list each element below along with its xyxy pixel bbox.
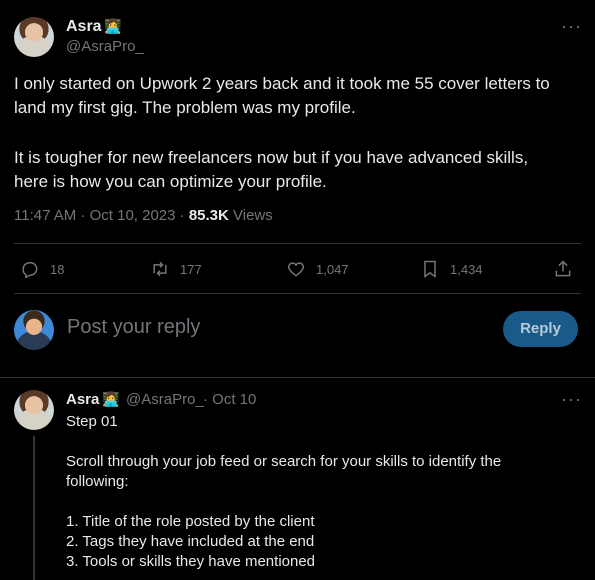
reply-list: 1. Title of the role posted by the clien…: [66, 512, 315, 572]
reply-author-handle[interactable]: @AsraPro_: [126, 391, 204, 408]
reply-date[interactable]: · Oct 10: [203, 391, 256, 408]
reply-button[interactable]: Reply: [503, 311, 578, 347]
reply-input[interactable]: Post your reply: [67, 316, 200, 339]
bookmark-icon: [424, 260, 436, 278]
reply-body: Scroll through your job feed or search f…: [66, 452, 501, 492]
more-dots-icon[interactable]: ···: [561, 16, 582, 37]
reply-action[interactable]: 18: [20, 259, 64, 279]
like-count: 1,047: [316, 261, 349, 277]
list-item: 3. Tools or skills they have mentioned: [66, 553, 316, 570]
reply-line: following:: [66, 473, 129, 490]
divider: [14, 293, 581, 294]
tweet-line: It is tougher for new freelancers now bu…: [14, 148, 529, 167]
tweet-paragraph-2: It is tougher for new freelancers now bu…: [14, 146, 528, 194]
list-item: 2. Tags they have included at the end: [66, 533, 315, 550]
author-emoji: 👩‍💻: [104, 18, 122, 34]
tweet-paragraph-1: I only started on Upwork 2 years back an…: [14, 72, 550, 120]
reply-count: 18: [50, 261, 65, 277]
repost-count: 177: [180, 261, 202, 277]
divider: [0, 377, 595, 378]
more-dots-icon[interactable]: ···: [561, 389, 582, 410]
author-handle[interactable]: @AsraPro_: [66, 38, 144, 55]
heart-icon: [287, 262, 305, 277]
list-item: 1. Title of the role posted by the clien…: [66, 513, 315, 530]
tweet-line: I only started on Upwork 2 years back an…: [14, 74, 550, 93]
views-count: 85.3K: [188, 207, 229, 224]
divider: [14, 243, 581, 244]
bookmark-action[interactable]: 1,434: [420, 259, 483, 279]
reply-bubble-icon: [22, 262, 38, 279]
reply-step-title: Step 01: [66, 413, 118, 430]
share-icon: [555, 260, 571, 277]
tweet-meta: 11:47 AM · Oct 10, 2023 · 85.3K Views: [14, 207, 273, 224]
reply-author-avatar[interactable]: [14, 390, 54, 430]
user-avatar[interactable]: [14, 310, 54, 350]
author-avatar[interactable]: [14, 17, 54, 57]
tweet-line: here is how you can optimize your profil…: [14, 172, 327, 191]
bookmark-count: 1,434: [450, 261, 483, 277]
thread-connector: [33, 436, 35, 580]
views-label: Views: [228, 207, 273, 224]
reply-author-name[interactable]: Asra: [66, 391, 99, 408]
author-name[interactable]: Asra: [66, 18, 102, 36]
share-action[interactable]: [553, 259, 583, 279]
like-action[interactable]: 1,047: [286, 259, 349, 279]
reply-line: Scroll through your job feed or search f…: [66, 453, 502, 470]
repost-icon: [153, 261, 167, 277]
tweet-timestamp[interactable]: 11:47 AM · Oct 10, 2023 ·: [14, 207, 189, 224]
reply-author-emoji: 👩‍💻: [102, 391, 120, 407]
repost-action[interactable]: 177: [150, 259, 202, 279]
tweet-line: land my first gig. The problem was my pr…: [14, 98, 356, 117]
